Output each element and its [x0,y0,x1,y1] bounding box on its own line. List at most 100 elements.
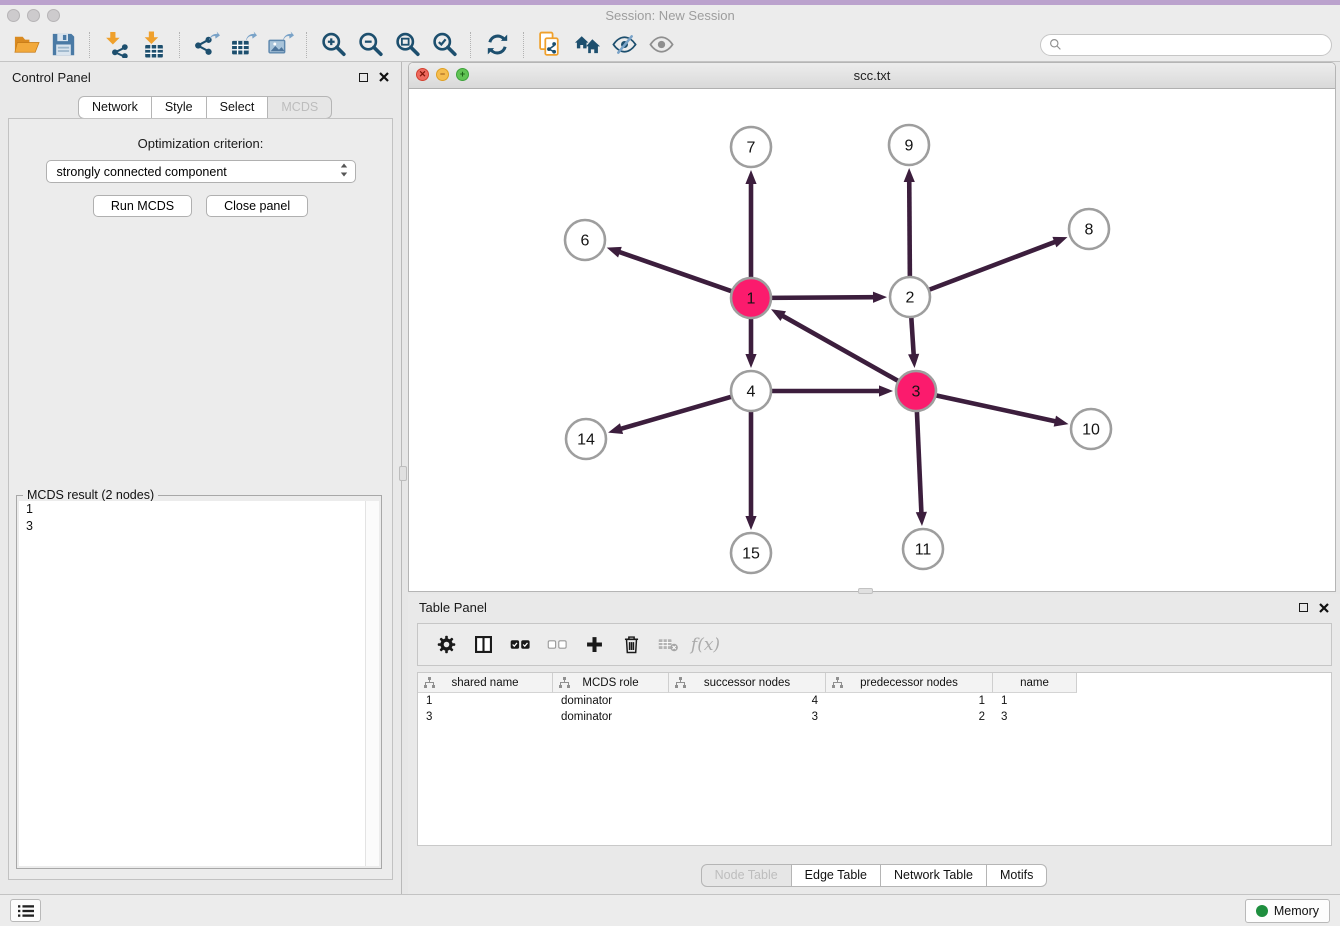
open-file-icon [13,31,40,58]
edge-4-3[interactable] [769,385,893,396]
float-table-panel-icon[interactable] [1299,603,1308,612]
task-history-button[interactable] [10,899,41,922]
node-8[interactable]: 8 [1069,209,1109,249]
export-table-button[interactable] [225,30,262,60]
edge-1-7[interactable] [745,170,756,280]
deselect-all-button[interactable] [539,629,576,661]
node-1[interactable]: 1 [731,278,771,318]
delete-table-button[interactable] [650,629,687,661]
first-neighbors-button[interactable] [569,30,606,60]
export-network-button[interactable] [188,30,225,60]
table-cell[interactable]: 4 [669,695,826,707]
edge-3-1[interactable] [771,309,900,382]
network-window-titlebar[interactable]: ✕ − + scc.txt [409,63,1335,89]
refresh-button[interactable] [479,30,516,60]
hide-selected-button[interactable] [606,30,643,60]
edge-1-6[interactable] [607,247,734,292]
node-2[interactable]: 2 [890,277,930,317]
table-cell[interactable]: 3 [669,711,826,723]
table-cell[interactable]: 1 [826,695,993,707]
svg-text:11: 11 [915,542,932,559]
close-panel-button[interactable]: Close panel [206,195,308,217]
node-7[interactable]: 7 [731,127,771,167]
network-minimize-button[interactable]: − [436,68,449,81]
column-header-successor-nodes[interactable]: successor nodes [669,673,826,693]
node-15[interactable]: 15 [731,533,771,573]
mcds-result-item[interactable]: 3 [19,518,379,535]
mcds-result-list[interactable]: 13 [19,501,379,866]
function-builder-button[interactable]: f(x) [687,629,724,661]
search-input[interactable] [1067,37,1323,53]
table-cell[interactable]: 2 [826,711,993,723]
import-network-button[interactable] [98,30,135,60]
network-graph[interactable]: 7 9 6 8 1 2 4 3 14 10 15 11 [409,88,1335,591]
zoom-out-button[interactable] [352,30,389,60]
add-row-button[interactable] [576,629,613,661]
float-panel-icon[interactable] [359,73,368,82]
import-table-button[interactable] [135,30,172,60]
table-panel-header: Table Panel [408,594,1340,621]
edge-2-9[interactable] [904,168,915,279]
delete-row-button[interactable] [613,629,650,661]
tab-select[interactable]: Select [207,96,269,119]
edge-4-14[interactable] [608,396,734,434]
new-network-from-selection-button[interactable] [532,30,569,60]
column-header-name[interactable]: name [993,673,1077,693]
tab-network-table[interactable]: Network Table [881,864,987,887]
node-3[interactable]: 3 [896,371,936,411]
table-row[interactable]: 3dominator323 [418,709,1331,725]
table-cell[interactable]: 3 [418,711,553,723]
table-cell[interactable]: 1 [993,695,1077,707]
node-9[interactable]: 9 [889,125,929,165]
node-4[interactable]: 4 [731,371,771,411]
column-header-shared-name[interactable]: shared name [418,673,553,693]
open-file-button[interactable] [8,30,45,60]
close-table-panel-icon[interactable] [1319,603,1329,613]
zoom-in-button[interactable] [315,30,352,60]
edge-3-10[interactable] [934,395,1069,427]
node-10[interactable]: 10 [1071,409,1111,449]
tab-edge-table[interactable]: Edge Table [792,864,881,887]
node-6[interactable]: 6 [565,220,605,260]
tab-motifs[interactable]: Motifs [987,864,1047,887]
export-image-button[interactable] [262,30,299,60]
tab-network[interactable]: Network [78,96,152,119]
node-table[interactable]: shared nameMCDS rolesuccessor nodesprede… [417,672,1332,846]
network-canvas[interactable]: 7 9 6 8 1 2 4 3 14 10 15 11 [409,88,1335,591]
edge-2-8[interactable] [927,237,1068,291]
tab-node-table[interactable]: Node Table [701,864,792,887]
edge-1-2[interactable] [769,292,887,303]
columns-button[interactable] [465,629,502,661]
edge-1-4[interactable] [745,316,756,368]
close-panel-icon[interactable] [379,72,389,82]
save-session-button[interactable] [45,30,82,60]
memory-button[interactable]: Memory [1245,899,1330,923]
gear-button[interactable] [428,629,465,661]
mcds-result-item[interactable]: 1 [19,501,379,518]
node-11[interactable]: 11 [903,529,943,569]
show-all-button[interactable] [643,30,680,60]
edge-2-3[interactable] [908,315,919,368]
split-pane-grip-vertical[interactable] [399,466,407,481]
tab-style[interactable]: Style [152,96,207,119]
table-row[interactable]: 1dominator411 [418,693,1331,709]
tab-mcds[interactable]: MCDS [268,96,332,119]
column-header-predecessor-nodes[interactable]: predecessor nodes [826,673,993,693]
mcds-result-scrollbar[interactable] [365,501,379,866]
zoom-selected-button[interactable] [426,30,463,60]
node-14[interactable]: 14 [566,419,606,459]
table-cell[interactable]: dominator [553,695,669,707]
table-cell[interactable]: 1 [418,695,553,707]
zoom-fit-button[interactable] [389,30,426,60]
run-mcds-button[interactable]: Run MCDS [93,195,192,217]
select-all-button[interactable] [502,629,539,661]
edge-3-11[interactable] [916,409,927,526]
edge-4-15[interactable] [745,409,756,530]
search-box[interactable] [1040,34,1332,56]
network-close-button[interactable]: ✕ [416,68,429,81]
table-cell[interactable]: dominator [553,711,669,723]
column-header-MCDS-role[interactable]: MCDS role [553,673,669,693]
network-maximize-button[interactable]: + [456,68,469,81]
criterion-select[interactable]: strongly connected component [46,160,356,183]
table-cell[interactable]: 3 [993,711,1077,723]
